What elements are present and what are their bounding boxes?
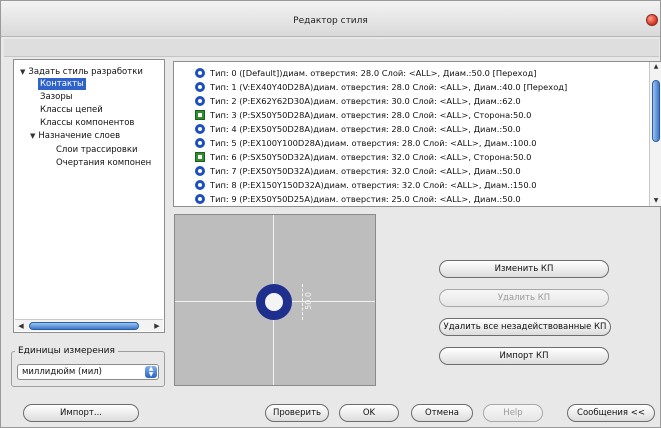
- style-tree: ▼ Задать стиль разработки Контакты Зазоры…: [13, 59, 165, 333]
- units-selected-value: миллидюйм (мил): [22, 367, 102, 377]
- pad-list-item[interactable]: Тип: 1 (V:EX40Y40D28A)диам. отверстия: 2…: [174, 80, 644, 94]
- pad-description: Тип: 8 (P:EX150Y150D32A)диам. отверстия:…: [210, 180, 537, 190]
- pad-description: Тип: 0 ([Default])диам. отверстия: 28.0 …: [210, 68, 537, 78]
- preview-pad-shape: [256, 284, 292, 320]
- pad-list-vertical-scrollbar[interactable]: ▲ ▼: [649, 62, 661, 206]
- messages-button[interactable]: Сообщения <<: [567, 404, 655, 422]
- tree-item-label: Задать стиль разработки: [28, 67, 143, 77]
- units-select[interactable]: миллидюйм (мил) ▲ ▼: [17, 364, 159, 380]
- round-pad-icon: [195, 124, 205, 134]
- tree-item-net-classes[interactable]: Классы цепей: [40, 104, 103, 116]
- preview-dimension-value: 50.0: [304, 292, 313, 310]
- tree-item-label: Очертания компонен: [56, 158, 152, 168]
- pad-description: Тип: 6 (P:SX50Y50D32A)диам. отверстия: 3…: [210, 152, 532, 162]
- tree-item-clearances[interactable]: Зазоры: [40, 91, 73, 103]
- tree-item-label: Классы компонентов: [40, 118, 135, 128]
- tree-item-routing-layers[interactable]: Слои трассировки: [56, 144, 138, 156]
- round-pad-icon: [195, 180, 205, 190]
- import-pad-button[interactable]: Импорт КП: [439, 347, 609, 365]
- scroll-up-arrow-icon[interactable]: ▲: [650, 62, 661, 72]
- pad-list-item[interactable]: Тип: 9 (P:EX50Y50D25A)диам. отверстия: 2…: [174, 192, 644, 206]
- tree-item-component-outlines[interactable]: Очертания компонен: [56, 157, 151, 169]
- pad-list-item[interactable]: Тип: 5 (P:EX100Y100D28A)диам. отверстия:…: [174, 136, 644, 150]
- tree-item-contacts[interactable]: Контакты: [38, 78, 86, 90]
- pad-list-item[interactable]: Тип: 4 (P:EX50Y50D28A)диам. отверстия: 2…: [174, 122, 644, 136]
- tree-item-component-classes[interactable]: Классы компонентов: [40, 117, 134, 129]
- pad-description: Тип: 5 (P:EX100Y100D28A)диам. отверстия:…: [210, 138, 537, 148]
- pad-list-item[interactable]: Тип: 3 (P:SX50Y50D28A)диам. отверстия: 2…: [174, 108, 644, 122]
- help-button[interactable]: Help: [483, 404, 543, 422]
- pad-list-item[interactable]: Тип: 2 (P:EX62Y62D30A)диам. отверстия: 3…: [174, 94, 644, 108]
- ok-button[interactable]: OK: [339, 404, 399, 422]
- title-bar: Редактор стиля: [1, 1, 660, 37]
- tree-horizontal-scrollbar[interactable]: ◀ ▶: [15, 319, 163, 331]
- delete-pad-button[interactable]: Удалить КП: [439, 289, 609, 307]
- scroll-down-arrow-icon[interactable]: ▼: [650, 196, 661, 206]
- pad-list: Тип: 0 ([Default])диам. отверстия: 28.0 …: [173, 61, 661, 207]
- expand-triangle-icon[interactable]: ▼: [20, 68, 25, 76]
- scrollbar-thumb[interactable]: [652, 80, 660, 142]
- cancel-button[interactable]: Отмена: [411, 404, 473, 422]
- preview-dimension-line: [302, 284, 303, 320]
- round-pad-icon: [195, 138, 205, 148]
- expand-triangle-icon[interactable]: ▼: [30, 132, 35, 140]
- tree-item-label: Назначение слоев: [38, 131, 121, 141]
- pad-description: Тип: 7 (P:EX50Y50D32A)диам. отверстия: 3…: [210, 166, 521, 176]
- check-button[interactable]: Проверить: [265, 404, 329, 422]
- tree-item-label: Зазоры: [40, 92, 73, 102]
- round-pad-icon: [195, 82, 205, 92]
- pad-list-item[interactable]: Тип: 8 (P:EX150Y150D32A)диам. отверстия:…: [174, 178, 644, 192]
- scroll-right-arrow-icon[interactable]: ▶: [151, 320, 163, 332]
- select-arrows-icon[interactable]: ▲ ▼: [145, 366, 157, 378]
- square-pad-icon: [195, 152, 205, 162]
- pad-description: Тип: 2 (P:EX62Y62D30A)диам. отверстия: 3…: [210, 96, 521, 106]
- scrollbar-thumb[interactable]: [29, 322, 139, 330]
- tree-item-label: Контакты: [40, 79, 84, 89]
- tree-item-design-style[interactable]: ▼ Задать стиль разработки: [20, 66, 143, 78]
- scroll-left-arrow-icon[interactable]: ◀: [15, 320, 27, 332]
- close-icon[interactable]: [646, 14, 658, 26]
- tree-item-label: Слои трассировки: [56, 145, 138, 155]
- tree-item-label: Классы цепей: [40, 105, 103, 115]
- window-title: Редактор стиля: [293, 16, 368, 26]
- square-pad-icon: [195, 110, 205, 120]
- round-pad-icon: [195, 96, 205, 106]
- pad-description: Тип: 1 (V:EX40Y40D28A)диам. отверстия: 2…: [210, 82, 568, 92]
- round-pad-icon: [195, 68, 205, 78]
- delete-unused-pads-button[interactable]: Удалить все незадействованные КП: [439, 318, 611, 336]
- import-button[interactable]: Импорт...: [23, 404, 139, 422]
- pad-preview: 50.0: [174, 214, 376, 386]
- round-pad-icon: [195, 166, 205, 176]
- change-pad-button[interactable]: Изменить КП: [439, 260, 609, 278]
- round-pad-icon: [195, 194, 205, 204]
- toolbar-strip: [4, 39, 659, 57]
- pad-description: Тип: 9 (P:EX50Y50D25A)диам. отверстия: 2…: [210, 194, 521, 204]
- pad-list-item[interactable]: Тип: 0 ([Default])диам. отверстия: 28.0 …: [174, 66, 644, 80]
- style-editor-window: Редактор стиля ▼ Задать стиль разработки …: [0, 0, 661, 428]
- pad-list-item[interactable]: Тип: 7 (P:EX50Y50D32A)диам. отверстия: 3…: [174, 164, 644, 178]
- pad-description: Тип: 4 (P:EX50Y50D28A)диам. отверстия: 2…: [210, 124, 521, 134]
- pad-list-item[interactable]: Тип: 6 (P:SX50Y50D32A)диам. отверстия: 3…: [174, 150, 644, 164]
- units-label: Единицы измерения: [15, 346, 118, 356]
- pad-description: Тип: 3 (P:SX50Y50D28A)диам. отверстия: 2…: [210, 110, 532, 120]
- tree-item-layer-assignment[interactable]: ▼ Назначение слоев: [30, 130, 120, 142]
